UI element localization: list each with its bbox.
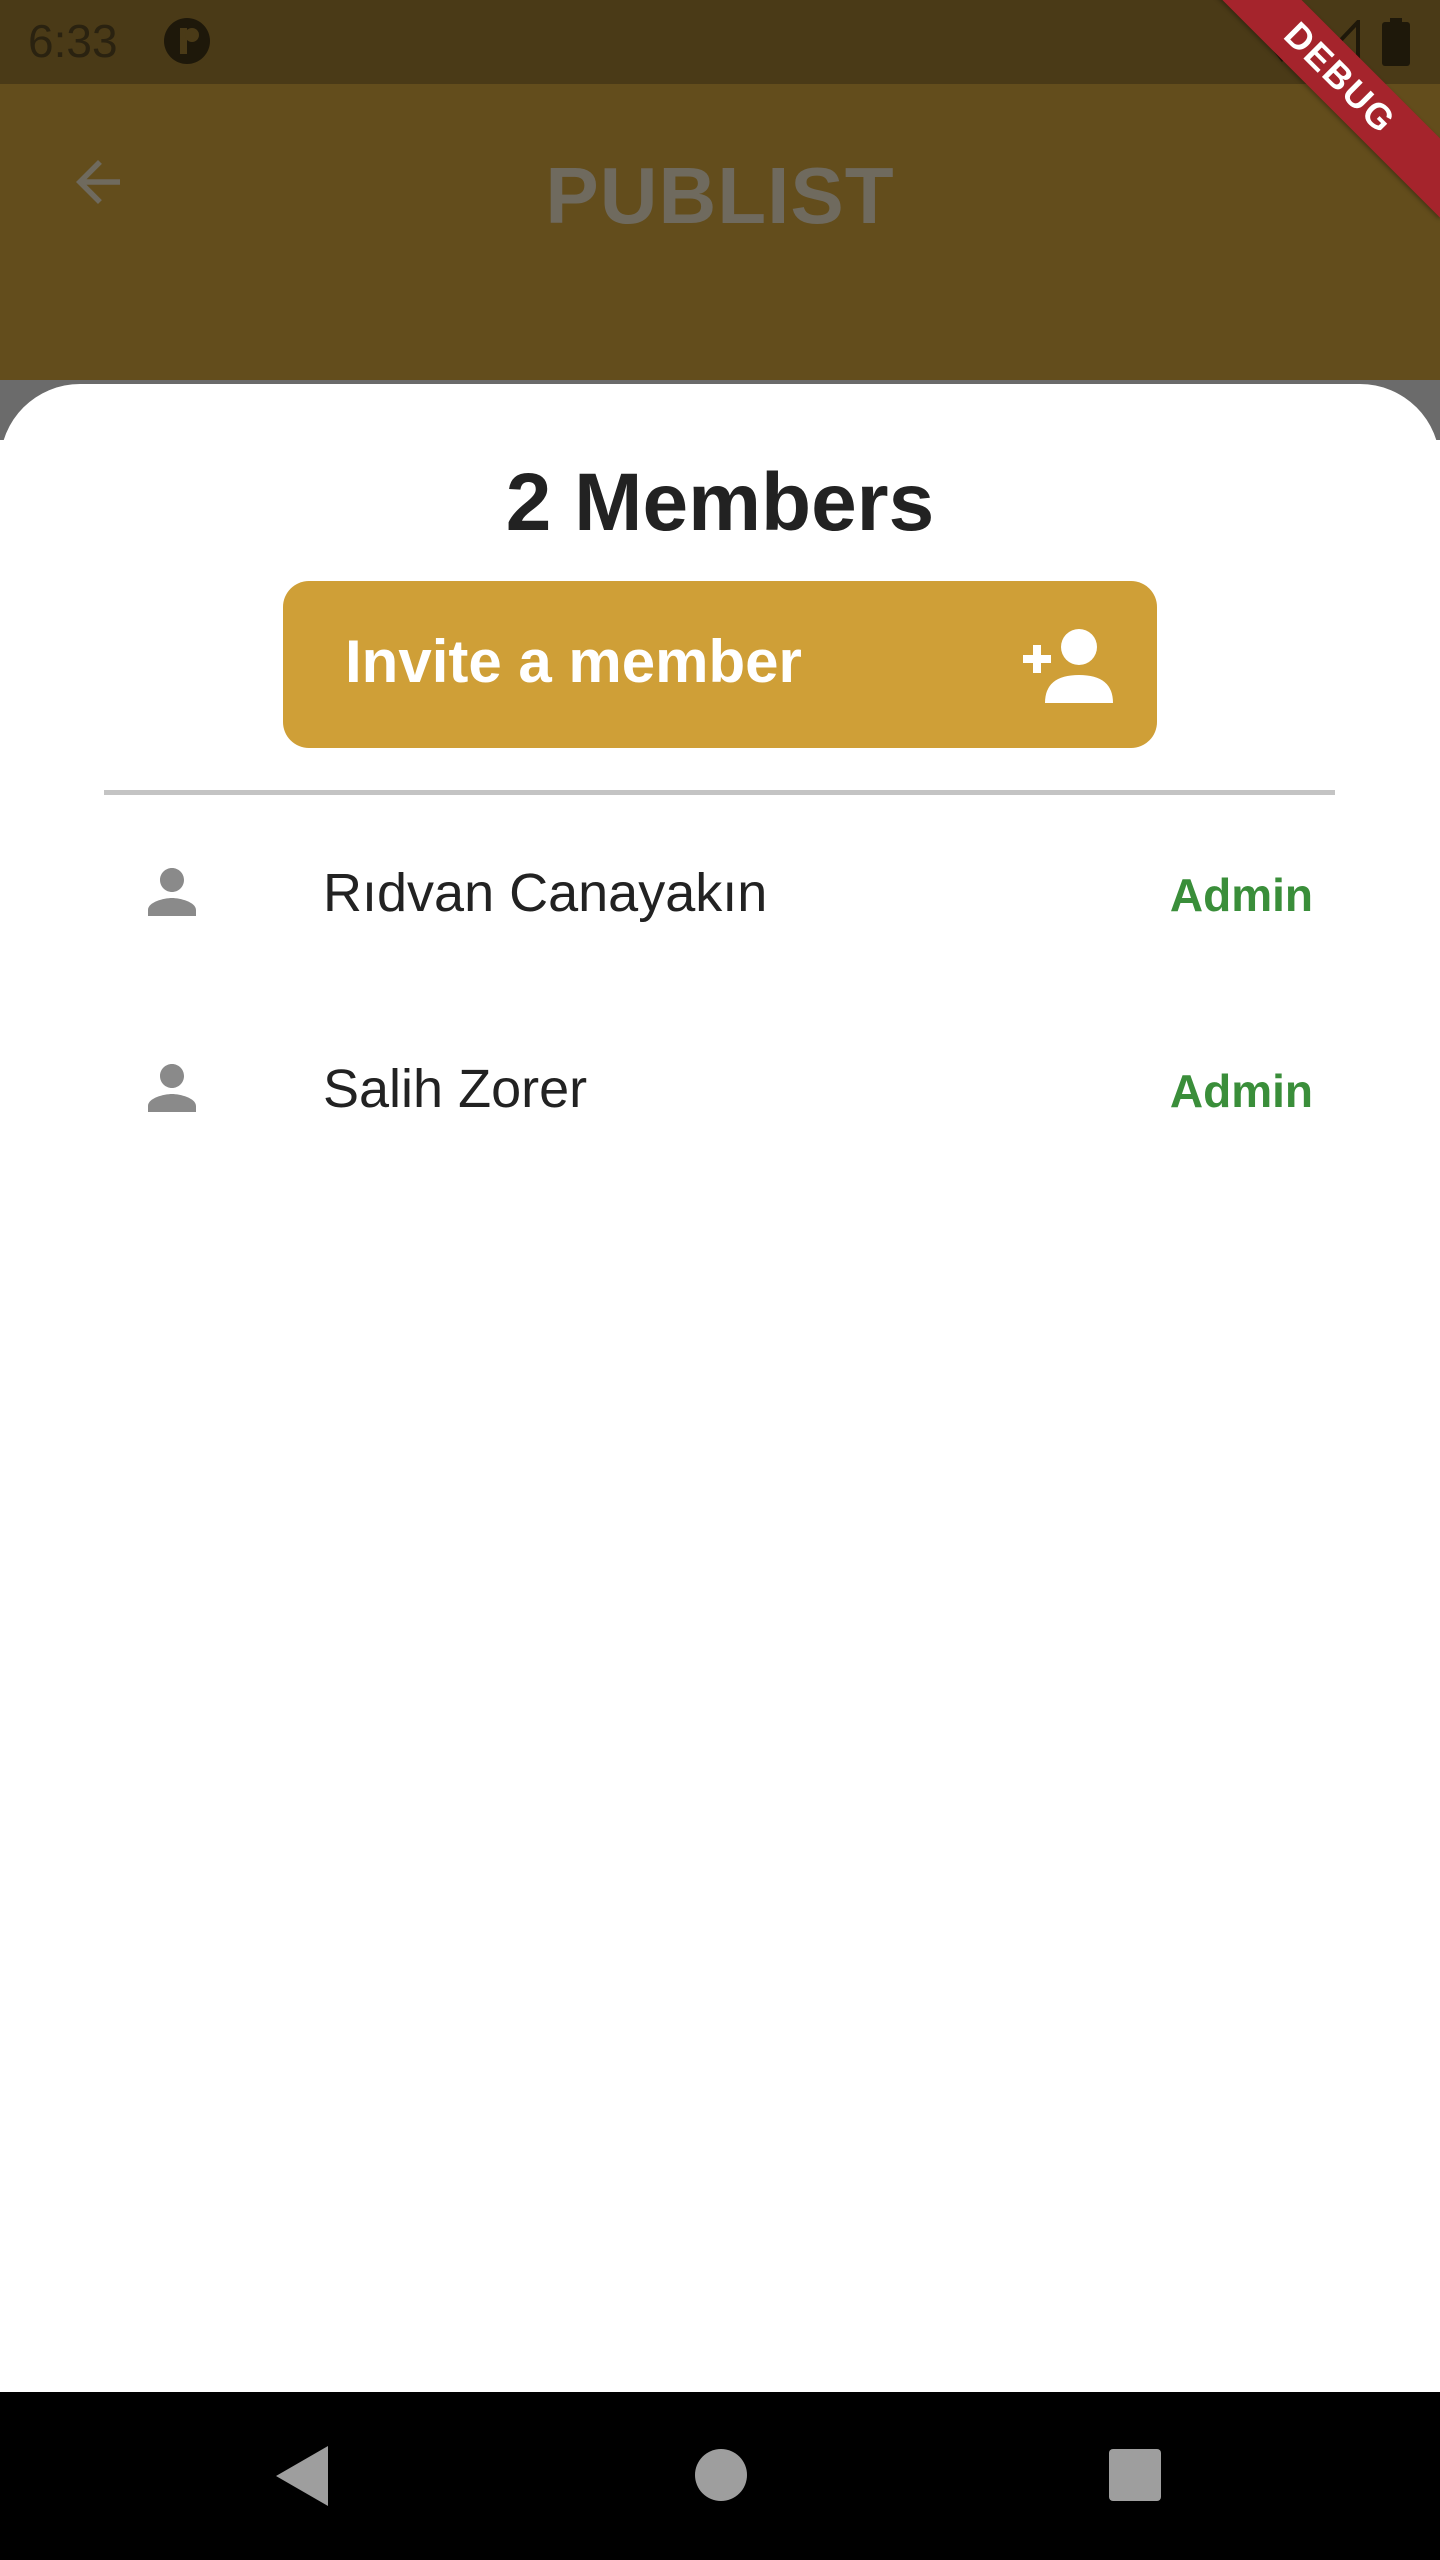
app-notification-icon xyxy=(164,18,210,64)
member-role-badge: Admin xyxy=(1169,869,1313,921)
member-name: Salih Zorer xyxy=(323,1059,588,1119)
nav-back-icon[interactable] xyxy=(272,2444,332,2508)
member-row[interactable]: Salih Zorer Admin xyxy=(104,1014,1335,1164)
member-name: Rıdvan Canayakın xyxy=(323,863,768,923)
member-row[interactable]: Rıdvan Canayakın Admin xyxy=(104,818,1335,968)
app-title: PUBLIST xyxy=(545,151,895,240)
status-time: 6:33 xyxy=(28,15,118,67)
invite-member-label: Invite a member xyxy=(345,628,802,695)
system-nav-bar xyxy=(0,2392,1440,2560)
battery-icon xyxy=(1382,18,1410,66)
invite-member-button[interactable]: Invite a member xyxy=(283,581,1157,748)
nav-recents-icon[interactable] xyxy=(1108,2448,1162,2502)
members-sheet: 2 Members Invite a member Rıdvan Canayak… xyxy=(0,384,1440,2392)
person-add-icon xyxy=(1023,629,1113,703)
person-icon xyxy=(148,1064,196,1112)
screen: 6:33 PUBLIST DEBUG 2 Members Invite a me… xyxy=(0,0,1440,2560)
status-bar: 6:33 xyxy=(0,0,1440,84)
nav-home-icon[interactable] xyxy=(694,2448,748,2502)
member-role-badge: Admin xyxy=(1169,1065,1313,1117)
divider xyxy=(104,790,1335,795)
members-count-title: 2 Members xyxy=(505,457,935,548)
person-icon xyxy=(148,868,196,916)
